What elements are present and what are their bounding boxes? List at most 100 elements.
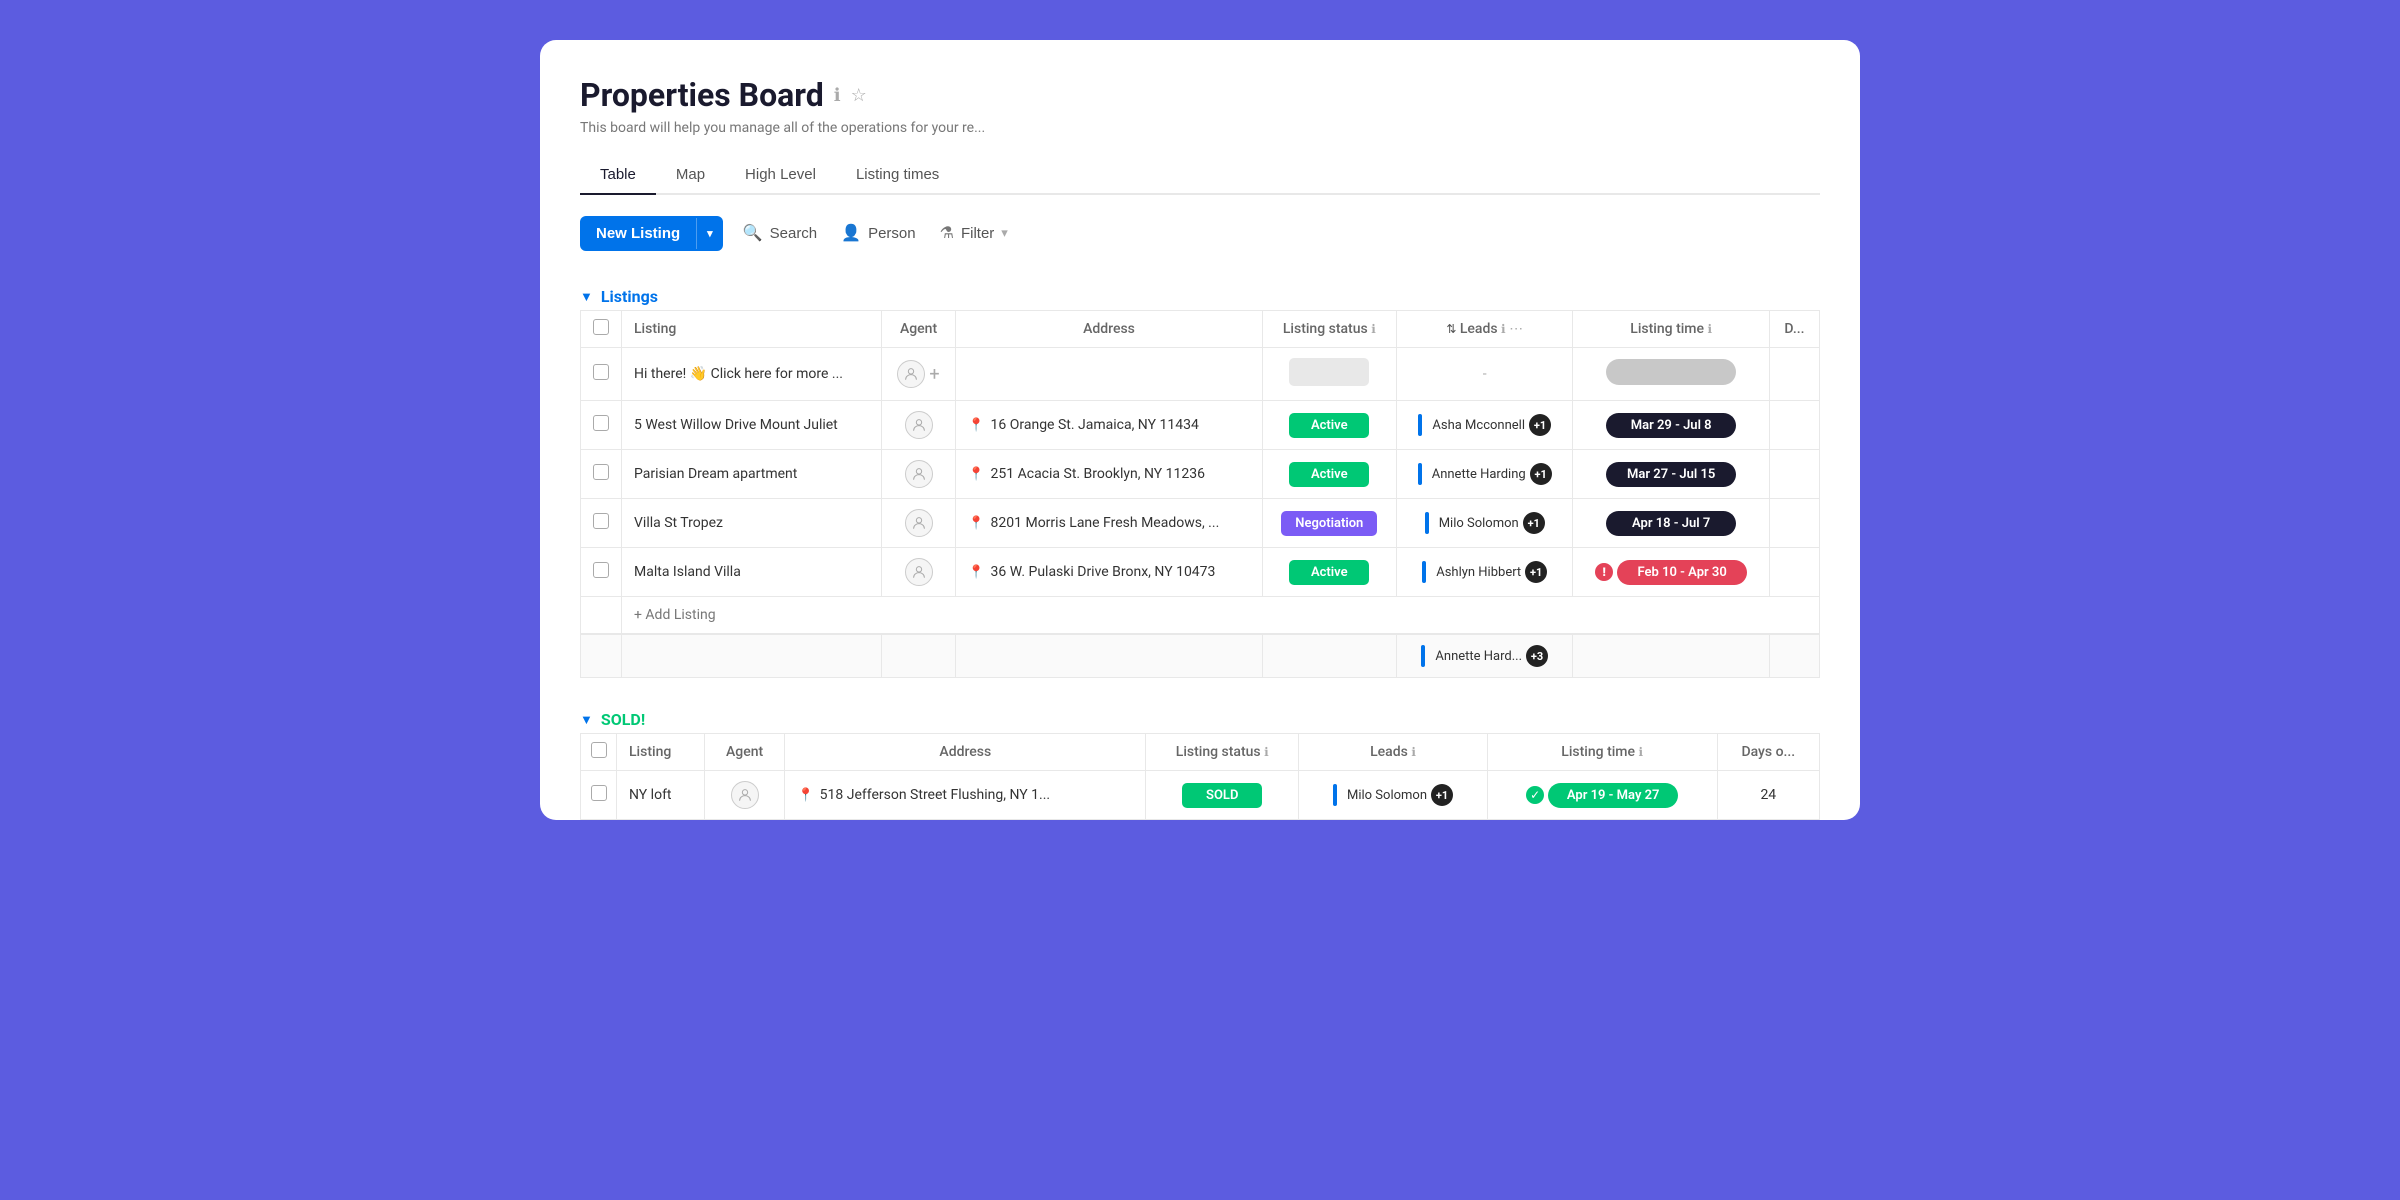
listing-name[interactable]: 5 West Willow Drive Mount Juliet bbox=[622, 401, 882, 450]
address-cell: 📍 36 W. Pulaski Drive Bronx, NY 10473 bbox=[956, 548, 1262, 597]
status-cell[interactable]: Active bbox=[1262, 548, 1396, 597]
header-days: Days o... bbox=[1717, 734, 1819, 771]
row-checkbox[interactable] bbox=[593, 562, 609, 578]
listings-table-header: Listing Agent Address Listing status ℹ ⇅… bbox=[581, 311, 1820, 348]
sold-toggle[interactable]: ▼ bbox=[580, 712, 593, 728]
status-cell[interactable]: SOLD bbox=[1146, 771, 1299, 820]
toolbar: New Listing ▾ 🔍 Search 👤 Person ⚗ Filter… bbox=[580, 215, 1820, 251]
header-listing-time: Listing time ℹ bbox=[1487, 734, 1717, 771]
address-cell bbox=[956, 348, 1262, 401]
status-cell[interactable]: Active bbox=[1262, 401, 1396, 450]
filter-icon: ⚗ bbox=[940, 223, 954, 243]
row-checkbox[interactable] bbox=[591, 785, 607, 801]
add-listing-row[interactable]: + Add Listing bbox=[581, 597, 1820, 635]
address-cell: 📍 518 Jefferson Street Flushing, NY 1... bbox=[785, 771, 1146, 820]
listings-toggle[interactable]: ▼ bbox=[580, 289, 593, 305]
listing-name[interactable]: Hi there! 👋 Click here for more ... bbox=[622, 348, 882, 401]
time-info-icon[interactable]: ℹ bbox=[1707, 322, 1712, 336]
listings-section-header: ▼ Listings bbox=[580, 279, 1820, 310]
header-address: Address bbox=[785, 734, 1146, 771]
table-row: Parisian Dream apartment 📍 251 Acacia St… bbox=[581, 450, 1820, 499]
new-listing-label: New Listing bbox=[580, 216, 696, 251]
tab-listing-times[interactable]: Listing times bbox=[836, 156, 959, 195]
person-label: Person bbox=[868, 225, 916, 242]
row-checkbox[interactable] bbox=[593, 415, 609, 431]
row-checkbox[interactable] bbox=[593, 364, 609, 380]
lead-bar bbox=[1418, 414, 1422, 436]
leads-info-icon[interactable]: ℹ bbox=[1501, 322, 1506, 336]
agent-cell bbox=[881, 450, 956, 499]
listing-name[interactable]: NY loft bbox=[617, 771, 705, 820]
tab-high-level[interactable]: High Level bbox=[725, 156, 836, 195]
sold-table: Listing Agent Address Listing status ℹ L… bbox=[580, 733, 1820, 820]
address-text: 518 Jefferson Street Flushing, NY 1... bbox=[820, 787, 1050, 803]
search-button[interactable]: 🔍 Search bbox=[739, 215, 821, 251]
leads-cell: Ashlyn Hibbert +1 bbox=[1396, 548, 1572, 597]
star-icon[interactable]: ☆ bbox=[851, 85, 867, 106]
leads-cell: Asha Mcconnell +1 bbox=[1396, 401, 1572, 450]
row-checkbox[interactable] bbox=[593, 513, 609, 529]
add-agent-icon[interactable]: + bbox=[929, 364, 939, 385]
status-cell[interactable]: Active bbox=[1262, 450, 1396, 499]
address-cell: 📍 16 Orange St. Jamaica, NY 11434 bbox=[956, 401, 1262, 450]
table-row: NY loft 📍 518 Jefferson Street Flushing,… bbox=[581, 771, 1820, 820]
filter-more-icon[interactable]: ▾ bbox=[1001, 225, 1008, 241]
row-checkbox[interactable] bbox=[593, 464, 609, 480]
address-text: 8201 Morris Lane Fresh Meadows, ... bbox=[991, 515, 1220, 531]
person-button[interactable]: 👤 Person bbox=[837, 215, 919, 251]
table-row: Malta Island Villa 📍 36 W. Pulaski Drive… bbox=[581, 548, 1820, 597]
agent-avatar bbox=[905, 509, 933, 537]
tab-map[interactable]: Map bbox=[656, 156, 725, 195]
listings-table: Listing Agent Address Listing status ℹ ⇅… bbox=[580, 310, 1820, 678]
sold-section-header: ▼ SOLD! bbox=[580, 702, 1820, 733]
header-leads: ⇅ Leads ℹ ⋯ bbox=[1396, 311, 1572, 348]
leads-info-icon[interactable]: ℹ bbox=[1411, 745, 1416, 759]
location-pin-icon: 📍 bbox=[968, 516, 984, 531]
add-listing-label[interactable]: + Add Listing bbox=[622, 597, 1820, 635]
location-pin-icon: 📍 bbox=[968, 565, 984, 580]
filter-button[interactable]: ⚗ Filter ▾ bbox=[936, 215, 1012, 251]
tab-table[interactable]: Table bbox=[580, 156, 656, 195]
header-listing-status: Listing status ℹ bbox=[1262, 311, 1396, 348]
filter-label: Filter bbox=[961, 225, 994, 242]
search-icon: 🔍 bbox=[743, 223, 763, 243]
agent-avatar bbox=[905, 558, 933, 586]
board-header: Properties Board ℹ ☆ This board will hel… bbox=[580, 76, 1820, 136]
days-cell bbox=[1769, 499, 1819, 548]
sold-section-title: SOLD! bbox=[601, 710, 645, 729]
location-pin-icon: 📍 bbox=[968, 418, 984, 433]
summary-lead-name: Annette Hard... bbox=[1435, 649, 1522, 664]
summary-leads: Annette Hard... +3 bbox=[1396, 634, 1572, 678]
agent-cell bbox=[881, 548, 956, 597]
status-info-icon[interactable]: ℹ bbox=[1264, 745, 1269, 759]
chevron-down-icon[interactable]: ▾ bbox=[696, 218, 723, 249]
listing-name[interactable]: Villa St Tropez bbox=[622, 499, 882, 548]
lead-count-badge: +1 bbox=[1431, 784, 1453, 806]
sold-check-icon: ✓ bbox=[1526, 786, 1544, 804]
status-info-icon[interactable]: ℹ bbox=[1371, 322, 1376, 336]
lead-bar bbox=[1422, 561, 1426, 583]
agent-cell bbox=[881, 499, 956, 548]
header-checkbox[interactable] bbox=[593, 319, 609, 335]
days-cell: 24 bbox=[1717, 771, 1819, 820]
header-checkbox[interactable] bbox=[591, 742, 607, 758]
status-cell[interactable]: Negotiation bbox=[1262, 499, 1396, 548]
leads-more-icon[interactable]: ⋯ bbox=[1509, 321, 1523, 337]
agent-avatar bbox=[905, 460, 933, 488]
lead-name: Milo Solomon bbox=[1439, 516, 1519, 531]
listings-section-title: Listings bbox=[601, 287, 658, 306]
listing-name[interactable]: Parisian Dream apartment bbox=[622, 450, 882, 499]
table-row: 5 West Willow Drive Mount Juliet 📍 16 Or… bbox=[581, 401, 1820, 450]
lead-bar bbox=[1421, 645, 1425, 667]
leads-sort-icon[interactable]: ⇅ bbox=[1446, 322, 1456, 336]
header-listing: Listing bbox=[617, 734, 705, 771]
days-cell bbox=[1769, 548, 1819, 597]
table-row: Hi there! 👋 Click here for more ... + - bbox=[581, 348, 1820, 401]
info-icon[interactable]: ℹ bbox=[834, 85, 841, 106]
header-checkbox-cell bbox=[581, 734, 617, 771]
listing-name[interactable]: Malta Island Villa bbox=[622, 548, 882, 597]
leads-cell: Milo Solomon +1 bbox=[1299, 771, 1487, 820]
header-listing: Listing bbox=[622, 311, 882, 348]
new-listing-button[interactable]: New Listing ▾ bbox=[580, 216, 723, 251]
time-info-icon[interactable]: ℹ bbox=[1638, 745, 1643, 759]
